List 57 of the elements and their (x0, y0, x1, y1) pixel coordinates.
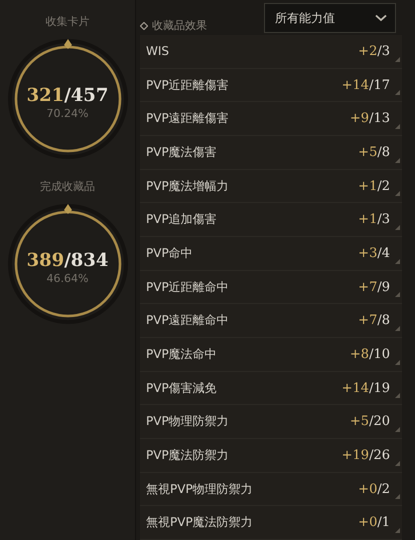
effect-value: +9/13 (350, 111, 390, 126)
percent-text: 46.64% (46, 272, 88, 284)
effect-value: +5/20 (350, 414, 390, 430)
effect-name: PVP遠距離傷害 (146, 110, 229, 128)
section-title: 收藏品效果 (152, 18, 207, 33)
corner-mark-icon (395, 460, 400, 466)
corner-mark-icon (395, 427, 400, 432)
ring-frame-icon (6, 37, 130, 161)
effect-name: PVP魔法防禦力 (146, 446, 229, 464)
corner-mark-icon (395, 56, 400, 62)
effect-value: +2/3 (358, 44, 390, 59)
effect-value: +14/19 (342, 380, 390, 396)
effect-value: +1/2 (358, 178, 390, 194)
effect-value: +7/8 (358, 313, 390, 328)
chevron-down-icon (375, 14, 387, 22)
effect-value: +0/1 (358, 515, 390, 530)
effect-name: PVP命中 (146, 244, 193, 262)
corner-mark-icon (395, 393, 400, 398)
section-title: 完成收藏品 (40, 179, 95, 194)
effect-name: PVP近距離命中 (146, 278, 229, 296)
corner-mark-icon (395, 326, 400, 332)
effect-name: PVP物理防禦力 (146, 413, 229, 430)
effect-value: +19/26 (342, 448, 390, 463)
effect-value: +7/9 (358, 280, 390, 295)
count-text: 321/457 (26, 84, 108, 106)
corner-mark-icon (395, 90, 400, 96)
corner-mark-icon (395, 360, 400, 365)
effect-name: PVP追加傷害 (146, 211, 217, 228)
effect-name: PVP遠距離命中 (146, 312, 229, 330)
ring-frame-icon (6, 202, 130, 326)
percent-text: 70.24% (46, 106, 88, 120)
effect-name: PVP魔法傷害 (146, 144, 217, 161)
effect-name: 無視PVP魔法防禦力 (146, 514, 253, 532)
corner-mark-icon (395, 124, 400, 130)
effect-value: +14/17 (342, 78, 390, 92)
corner-mark-icon (395, 158, 400, 163)
corner-mark-icon (395, 258, 400, 264)
corner-mark-icon (395, 494, 400, 500)
count-text: 389/834 (26, 250, 108, 270)
effect-value: +8/10 (350, 346, 390, 362)
section-title: 收集卡片 (46, 14, 90, 29)
corner-mark-icon (395, 191, 400, 196)
effect-name: PVP近距離傷害 (146, 76, 229, 94)
corner-mark-icon (395, 292, 400, 298)
filter-dropdown[interactable]: 所有能力值 (264, 3, 396, 33)
effect-name: 無視PVP物理防禦力 (146, 480, 253, 498)
effect-value: +0/2 (358, 482, 390, 497)
effect-value: +1/3 (358, 212, 390, 228)
effect-name: PVP魔法增幅力 (146, 178, 229, 195)
effect-value: +3/4 (358, 246, 390, 261)
effect-name: PVP魔法命中 (146, 346, 217, 363)
effect-value: +5/8 (358, 144, 390, 160)
diamond-icon (140, 22, 148, 30)
effect-name: PVP傷害減免 (146, 380, 217, 397)
corner-mark-icon (395, 528, 400, 534)
corner-mark-icon (395, 225, 400, 230)
effect-name: WIS (146, 44, 170, 58)
